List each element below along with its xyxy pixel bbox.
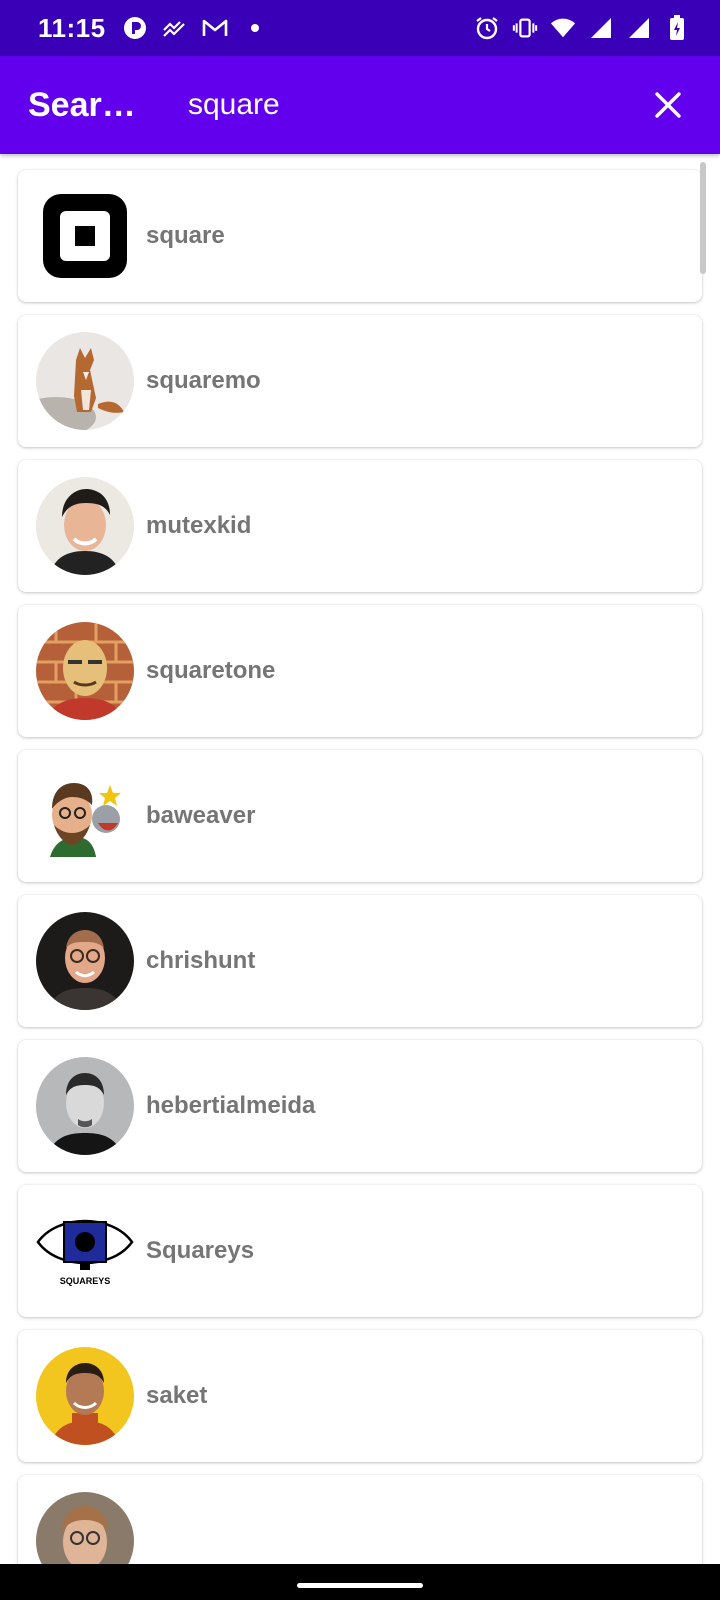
person-photo-avatar [36,1492,134,1564]
square-logo-avatar [36,187,134,285]
result-name: Squareys [146,1237,255,1264]
dot-icon [242,15,268,41]
vibrate-icon [512,15,538,41]
wifi-icon [550,15,576,41]
status-left-icons [122,15,268,41]
result-card[interactable]: baweaver [18,750,702,882]
result-card[interactable]: chrishunt [18,895,702,1027]
status-right-icons [474,15,690,41]
home-gesture-handle[interactable] [297,1583,423,1588]
analytics-icon [162,15,188,41]
result-card[interactable]: SQUAREYS Squareys [18,1185,702,1317]
search-input[interactable] [188,88,608,122]
result-card[interactable]: saket [18,1330,702,1462]
result-card[interactable]: square [18,170,702,302]
person-photo-avatar [36,622,134,720]
signal-icon [626,15,652,41]
result-card[interactable] [18,1475,702,1564]
close-search-button[interactable] [644,81,692,129]
alarm-icon [474,15,500,41]
result-name: chrishunt [146,947,256,974]
cartoon-avatar [36,767,134,865]
close-icon [655,92,681,118]
app-title: Sear… [28,85,136,124]
result-name: square [146,222,225,249]
result-card[interactable]: squaremo [18,315,702,447]
result-name: squaremo [146,367,261,394]
result-card[interactable]: squaretone [18,605,702,737]
app-bar: Sear… [0,56,720,154]
result-name: mutexkid [146,512,252,539]
status-bar: 11:15 [0,0,720,56]
signal-icon [588,15,614,41]
result-name: squaretone [146,657,276,684]
status-time: 11:15 [38,12,106,43]
app-notification-icon [122,15,148,41]
result-card[interactable]: mutexkid [18,460,702,592]
gmail-icon [202,15,228,41]
result-name: saket [146,1382,208,1409]
result-name: hebertialmeida [146,1092,316,1119]
results-list[interactable]: square squaremo mutexkid squaretone bawe… [0,154,720,1564]
fox-photo-avatar [36,332,134,430]
scrollbar[interactable] [700,162,706,274]
result-name: baweaver [146,802,256,829]
squareys-logo-text: SQUAREYS [59,1276,111,1286]
battery-charging-icon [664,15,690,41]
person-photo-avatar [36,1057,134,1155]
navigation-bar [0,1564,720,1600]
result-card[interactable]: hebertialmeida [18,1040,702,1172]
person-photo-avatar [36,1347,134,1445]
person-photo-avatar [36,477,134,575]
person-photo-avatar [36,912,134,1010]
squareys-logo-avatar: SQUAREYS [36,1202,134,1300]
